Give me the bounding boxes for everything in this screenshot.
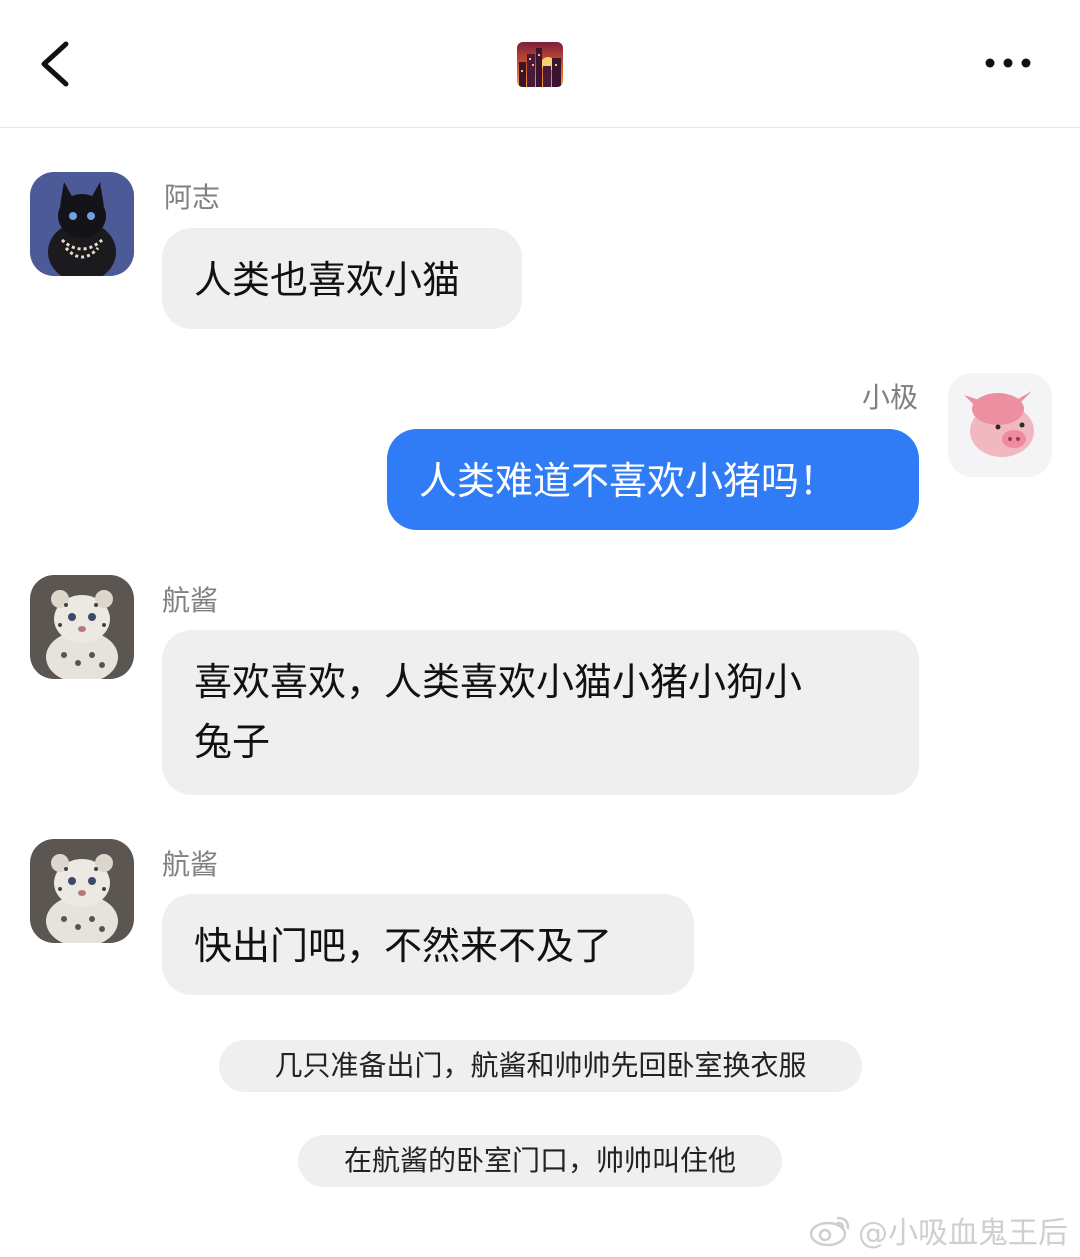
message-bubble[interactable]: 喜欢喜欢，人类喜欢小猫小猪小狗小 兔子 — [162, 630, 919, 795]
sender-name: 小极 — [861, 381, 918, 414]
sender-name: 航酱 — [162, 584, 219, 617]
message-text: 人类也喜欢小猫 — [194, 258, 461, 302]
watermark: @小吸血鬼王后 — [808, 1208, 1068, 1252]
chat-header — [0, 0, 1080, 128]
city-sunset-icon[interactable] — [517, 42, 563, 87]
message-bubble[interactable]: 快出门吧，不然来不及了 — [162, 894, 694, 995]
pink-piglet-avatar[interactable] — [948, 373, 1052, 477]
message-bubble[interactable]: 人类也喜欢小猫 — [162, 228, 522, 329]
black-kitten-avatar[interactable] — [30, 172, 134, 276]
sender-name: 航酱 — [162, 848, 219, 881]
message-text: 人类难道不喜欢小猪吗！ — [419, 459, 838, 503]
chevron-left-icon — [41, 41, 69, 87]
narration-text: 在航酱的卧室门口，帅帅叫住他 — [298, 1135, 782, 1187]
snow-leopard-cub-avatar[interactable] — [30, 575, 134, 679]
message-text: 快出门吧，不然来不及了 — [194, 924, 613, 968]
narration-text: 几只准备出门，航酱和帅帅先回卧室换衣服 — [219, 1040, 862, 1092]
more-button[interactable] — [970, 40, 1046, 86]
message-text-line: 喜欢喜欢，人类喜欢小猫小猪小狗小 — [194, 660, 803, 704]
sender-name: 阿志 — [164, 181, 221, 214]
snow-leopard-cub-avatar[interactable] — [30, 839, 134, 943]
watermark-text: @小吸血鬼王后 — [858, 1216, 1068, 1251]
message-bubble[interactable]: 人类难道不喜欢小猪吗！ — [387, 429, 919, 530]
back-button[interactable] — [30, 30, 90, 98]
weibo-icon — [809, 1216, 850, 1247]
ellipsis-icon — [985, 58, 1031, 68]
message-text-line: 兔子 — [194, 720, 271, 764]
